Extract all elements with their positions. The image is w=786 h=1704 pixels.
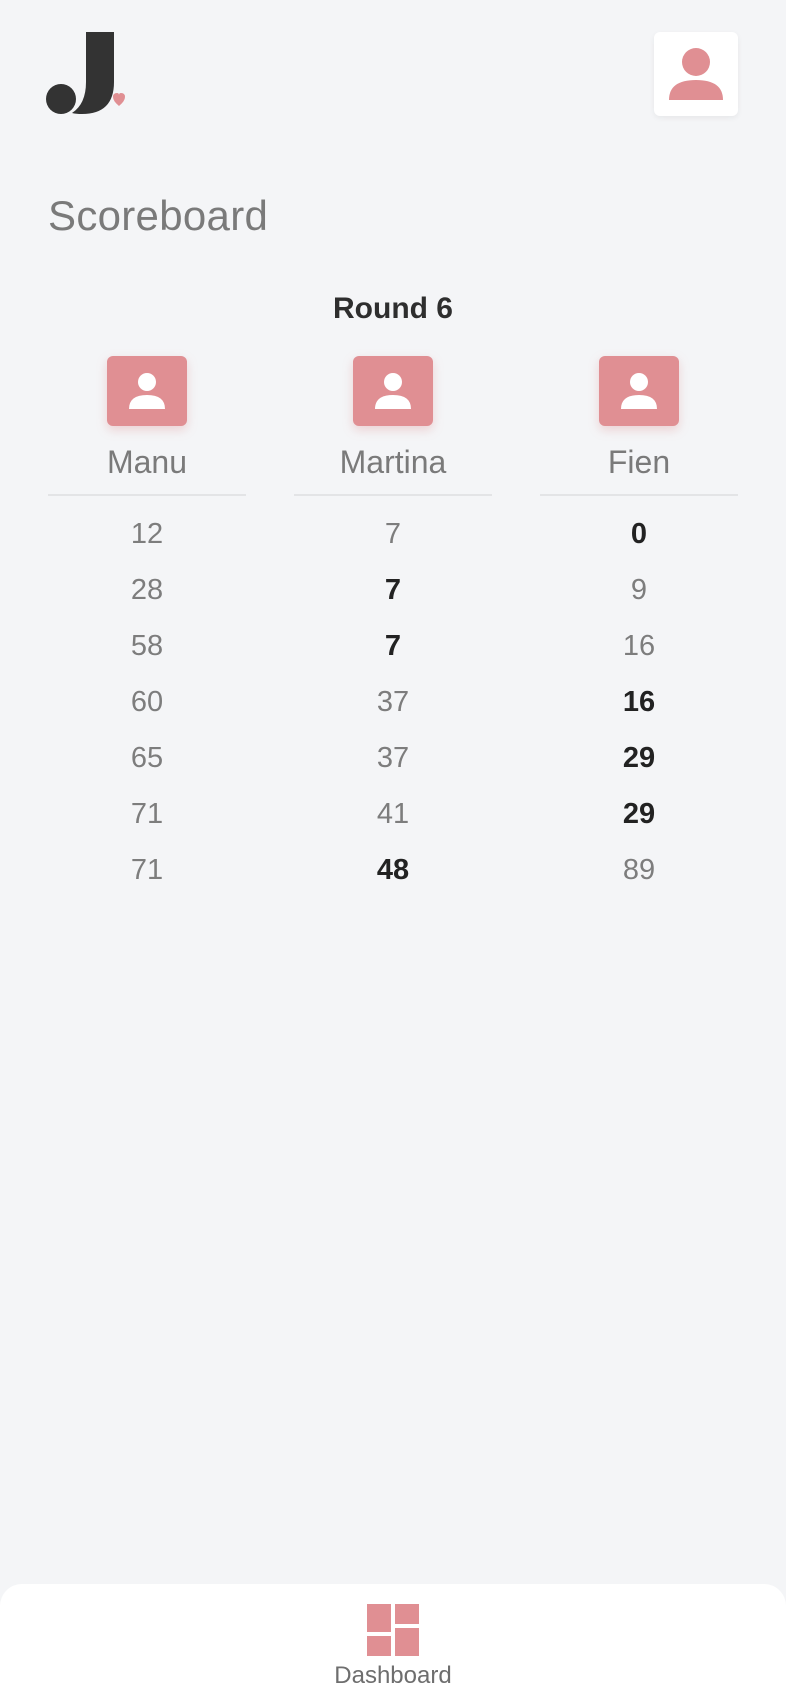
score-cell: 28 xyxy=(130,574,164,606)
player-name: Martina xyxy=(339,444,447,480)
user-icon xyxy=(129,373,165,409)
score-cell: 65 xyxy=(130,742,164,774)
j-heart-logo-icon xyxy=(46,32,132,116)
column-divider xyxy=(294,494,492,496)
profile-button[interactable] xyxy=(654,32,738,116)
score-cell: 60 xyxy=(130,686,164,718)
score-cell: 48 xyxy=(376,854,410,886)
score-cell: 37 xyxy=(376,742,410,774)
score-list: 0 9 16 16 29 29 89 xyxy=(540,512,738,904)
player-column: Martina 7 7 7 37 37 41 48 xyxy=(294,356,492,904)
player-avatar[interactable] xyxy=(599,356,679,426)
user-icon xyxy=(375,373,411,409)
bottom-nav: Dashboard xyxy=(0,1584,786,1704)
score-cell: 58 xyxy=(130,630,164,662)
score-cell: 29 xyxy=(622,742,656,774)
score-cell: 7 xyxy=(384,518,402,550)
player-column: Fien 0 9 16 16 29 29 89 xyxy=(540,356,738,904)
score-cell: 7 xyxy=(384,574,402,606)
nav-dashboard-label: Dashboard xyxy=(334,1662,452,1689)
score-cell: 89 xyxy=(622,854,656,886)
scoreboard-screen: Scoreboard Round 6 Manu 12 28 58 60 65 71 71 Mar… xyxy=(0,0,786,1704)
score-list: 7 7 7 37 37 41 48 xyxy=(294,512,492,904)
score-cell: 41 xyxy=(376,798,410,830)
score-list: 12 28 58 60 65 71 71 xyxy=(48,512,246,904)
score-cell: 16 xyxy=(622,686,656,718)
score-cell: 37 xyxy=(376,686,410,718)
nav-dashboard[interactable]: Dashboard xyxy=(0,1604,786,1690)
user-icon xyxy=(621,373,657,409)
player-name: Manu xyxy=(106,444,188,480)
column-divider xyxy=(540,494,738,496)
player-avatar[interactable] xyxy=(107,356,187,426)
score-cell: 0 xyxy=(630,518,648,550)
score-cell: 71 xyxy=(130,798,164,830)
player-column: Manu 12 28 58 60 65 71 71 xyxy=(48,356,246,904)
players-columns: Manu 12 28 58 60 65 71 71 Martina 7 7 7 37 37 41 48 Fien… xyxy=(48,356,738,904)
page-title: Scoreboard xyxy=(48,192,269,239)
round-label: Round 6 xyxy=(333,292,453,325)
player-avatar[interactable] xyxy=(353,356,433,426)
user-icon xyxy=(669,48,723,100)
score-cell: 9 xyxy=(630,574,648,606)
column-divider xyxy=(48,494,246,496)
score-cell: 7 xyxy=(384,630,402,662)
player-name: Fien xyxy=(607,444,671,480)
score-cell: 16 xyxy=(622,630,656,662)
score-cell: 71 xyxy=(130,854,164,886)
score-cell: 12 xyxy=(130,518,164,550)
dashboard-icon xyxy=(367,1604,419,1656)
score-cell: 29 xyxy=(622,798,656,830)
